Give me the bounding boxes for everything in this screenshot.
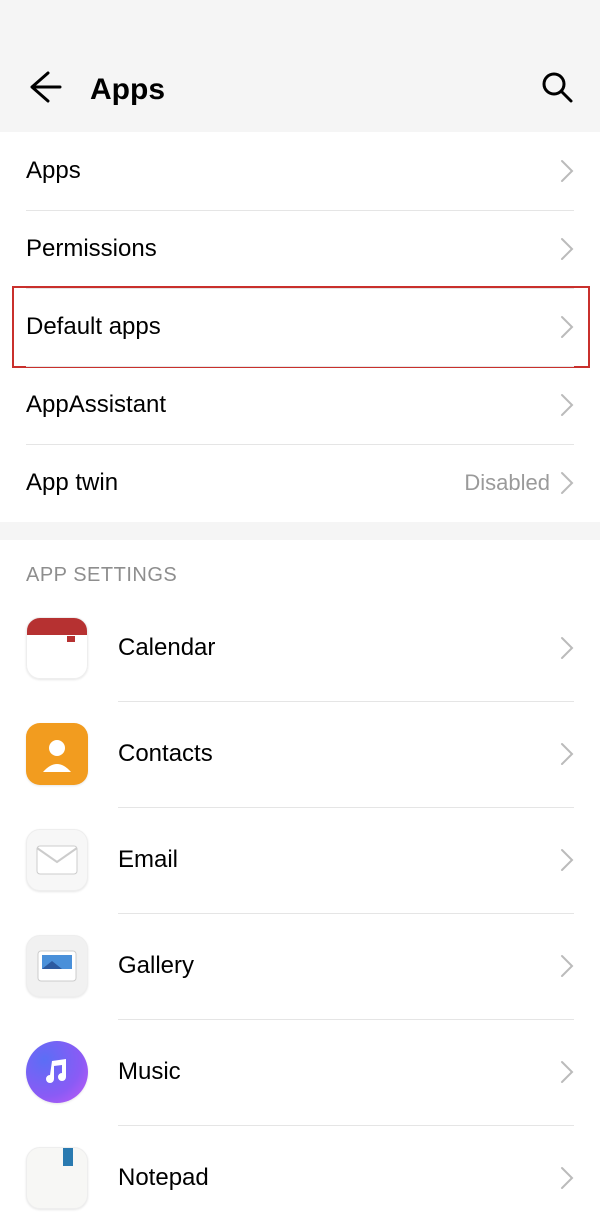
app-item-label: Email [118, 846, 560, 874]
menu-item-label: Default apps [26, 313, 560, 341]
app-item-label: Music [118, 1058, 560, 1086]
page-title: Apps [90, 73, 540, 107]
menu-item-permissions[interactable]: Permissions [0, 210, 600, 288]
settings-list: Apps Permissions Default apps AppAssista… [0, 132, 600, 522]
menu-item-default-apps[interactable]: Default apps [0, 288, 600, 366]
chevron-right-icon [560, 636, 574, 660]
menu-item-label: App twin [26, 469, 464, 497]
chevron-right-icon [560, 742, 574, 766]
chevron-right-icon [560, 159, 574, 183]
calendar-icon [26, 617, 88, 679]
menu-item-appassistant[interactable]: AppAssistant [0, 366, 600, 444]
chevron-right-icon [560, 393, 574, 417]
app-item-label: Notepad [118, 1164, 560, 1192]
menu-item-label: Apps [26, 157, 560, 185]
app-item-music[interactable]: Music [0, 1019, 600, 1125]
menu-item-app-twin[interactable]: App twin Disabled [0, 444, 600, 522]
back-icon[interactable] [26, 69, 62, 110]
chevron-right-icon [560, 315, 574, 339]
chevron-right-icon [560, 1166, 574, 1190]
app-item-calendar[interactable]: Calendar [0, 595, 600, 701]
contacts-icon [26, 723, 88, 785]
menu-item-value: Disabled [464, 470, 550, 496]
chevron-right-icon [560, 237, 574, 261]
app-item-label: Contacts [118, 740, 560, 768]
menu-item-label: AppAssistant [26, 391, 560, 419]
app-settings-list: Calendar Contacts Email Gallery [0, 595, 600, 1231]
section-header: APP SETTINGS [0, 540, 600, 595]
music-icon [26, 1041, 88, 1103]
section-divider [0, 522, 600, 540]
app-item-gallery[interactable]: Gallery [0, 913, 600, 1019]
app-item-label: Gallery [118, 952, 560, 980]
menu-item-apps[interactable]: Apps [0, 132, 600, 210]
chevron-right-icon [560, 848, 574, 872]
app-item-label: Calendar [118, 634, 560, 662]
app-item-email[interactable]: Email [0, 807, 600, 913]
email-icon [26, 829, 88, 891]
chevron-right-icon [560, 1060, 574, 1084]
app-header: Apps [0, 0, 600, 132]
search-icon[interactable] [540, 70, 574, 109]
menu-item-label: Permissions [26, 235, 560, 263]
app-item-contacts[interactable]: Contacts [0, 701, 600, 807]
notepad-icon [26, 1147, 88, 1209]
chevron-right-icon [560, 471, 574, 495]
gallery-icon [26, 935, 88, 997]
chevron-right-icon [560, 954, 574, 978]
app-item-notepad[interactable]: Notepad [0, 1125, 600, 1231]
